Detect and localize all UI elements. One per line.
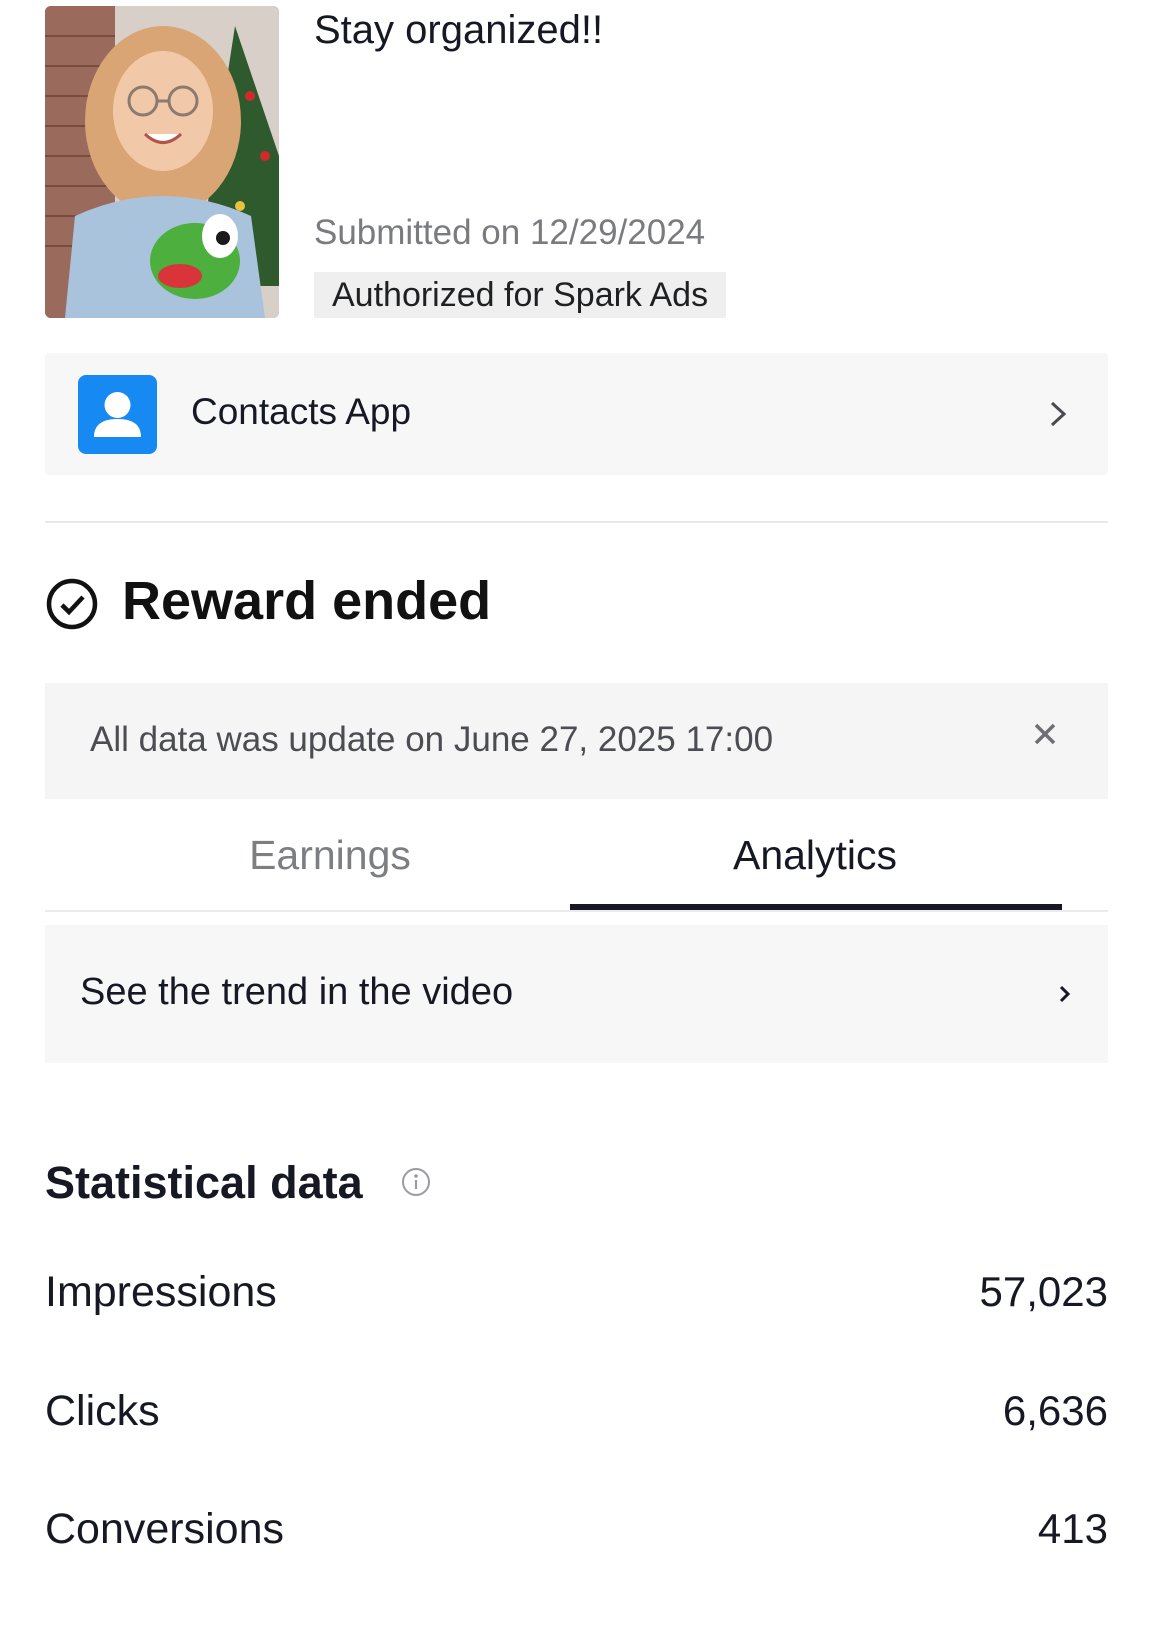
- tab-earnings[interactable]: Earnings: [45, 832, 615, 879]
- app-name: Contacts App: [191, 391, 412, 432]
- close-icon[interactable]: [1030, 719, 1060, 749]
- tabs-divider: [45, 910, 1108, 912]
- info-icon[interactable]: [400, 1166, 432, 1198]
- stat-label-clicks: Clicks: [45, 1387, 160, 1435]
- stat-label-impressions: Impressions: [45, 1268, 277, 1316]
- notice-text: All data was update on June 27, 2025 17:…: [90, 720, 774, 759]
- chevron-right-icon: [1057, 981, 1073, 1007]
- chevron-right-icon: [1044, 389, 1074, 439]
- video-title: Stay organized!!: [314, 8, 604, 52]
- contacts-app-icon: [78, 375, 157, 454]
- stat-value-impressions: 57,023: [979, 1268, 1108, 1315]
- stat-value-clicks: 6,636: [1002, 1387, 1108, 1434]
- see-trend-row[interactable]: See the trend in the video: [45, 925, 1108, 1063]
- tab-analytics[interactable]: Analytics: [570, 832, 1060, 879]
- video-thumbnail[interactable]: [45, 6, 279, 318]
- stats-title: Statistical data: [45, 1157, 363, 1208]
- submitted-date: Submitted on 12/29/2024: [314, 213, 706, 252]
- section-divider: [45, 521, 1108, 523]
- spark-ads-badge: Authorized for Spark Ads: [314, 272, 727, 318]
- reward-status-title: Reward ended: [122, 571, 492, 631]
- stat-label-conversions: Conversions: [45, 1505, 284, 1553]
- stat-value-conversions: 413: [1037, 1505, 1108, 1552]
- video-thumbnail-image: [45, 6, 279, 318]
- trend-label: See the trend in the video: [80, 971, 514, 1013]
- check-circle-icon: [45, 577, 99, 631]
- data-update-notice: All data was update on June 27, 2025 17:…: [45, 683, 1108, 799]
- app-row[interactable]: Contacts App: [45, 353, 1108, 475]
